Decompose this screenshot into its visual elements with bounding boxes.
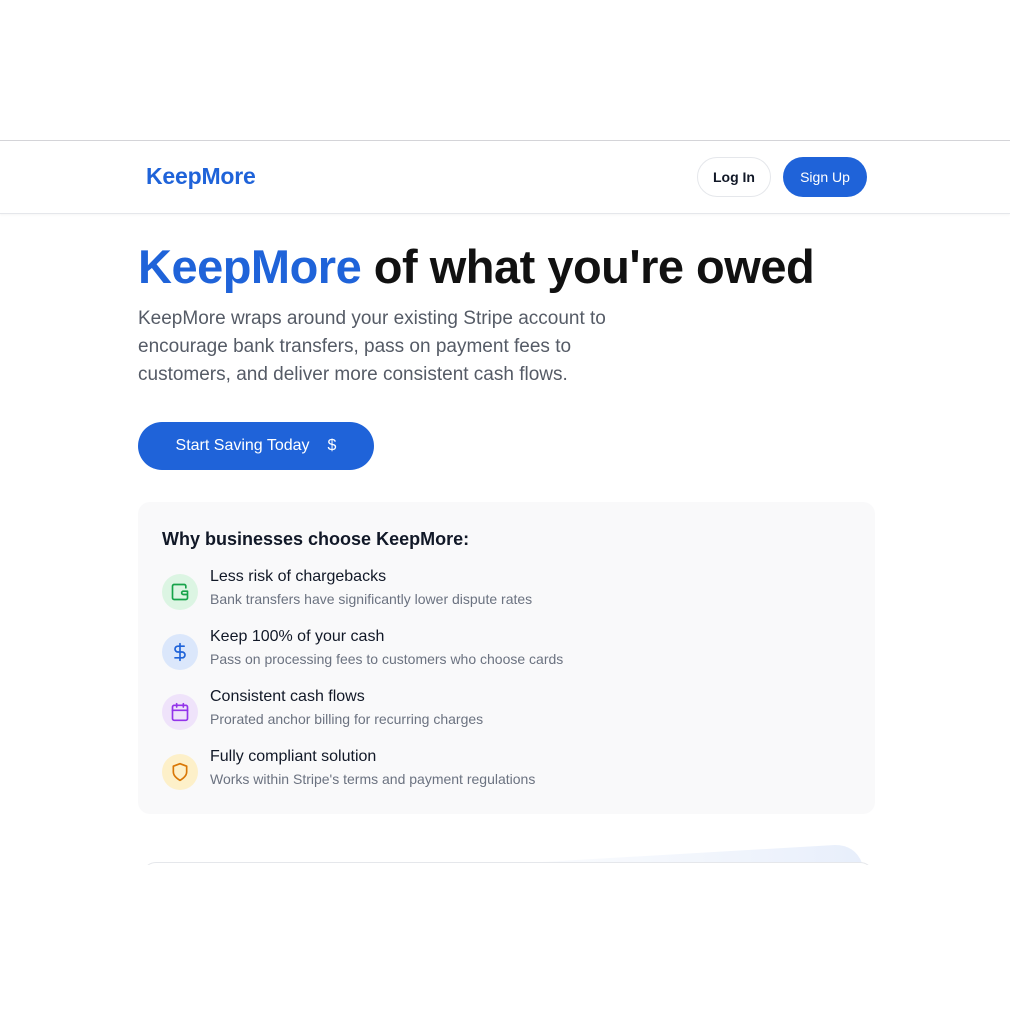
feature-item-chargebacks: Less risk of chargebacks Bank transfers …: [162, 568, 842, 612]
start-saving-button[interactable]: Start Saving Today $: [138, 422, 374, 470]
cta-label: Start Saving Today: [175, 437, 310, 454]
shield-icon: [162, 754, 198, 790]
dollar-icon: $: [327, 437, 337, 454]
feature-description: Prorated anchor billing for recurring ch…: [210, 711, 484, 727]
calendar-icon: [162, 694, 198, 730]
feature-description: Bank transfers have significantly lower …: [210, 591, 533, 607]
signup-button[interactable]: Sign Up: [783, 157, 867, 197]
feature-description: Works within Stripe's terms and payment …: [210, 771, 536, 787]
dollar-icon: [162, 634, 198, 670]
feature-title: Fully compliant solution: [210, 748, 377, 765]
feature-item-keep-cash: Keep 100% of your cash Pass on processin…: [162, 628, 842, 672]
feature-title: Less risk of chargebacks: [210, 568, 387, 585]
features-panel: Why businesses choose KeepMore: Less ris…: [138, 502, 875, 814]
top-navbar: KeepMore Log In Sign Up: [0, 141, 1010, 214]
features-heading: Why businesses choose KeepMore:: [162, 529, 470, 549]
wallet-icon: [162, 574, 198, 610]
login-button[interactable]: Log In: [697, 157, 771, 197]
browser-viewport: KeepMore Log In Sign Up KeepMore of what…: [0, 140, 1010, 865]
preview-card: [142, 862, 874, 865]
feature-item-cash-flows: Consistent cash flows Prorated anchor bi…: [162, 688, 842, 732]
hero-title-rest: of what you're owed: [373, 240, 815, 293]
hero-title: KeepMore of what you're owed: [138, 239, 815, 295]
feature-item-compliant: Fully compliant solution Works within St…: [162, 748, 842, 792]
hero-title-brand: KeepMore: [138, 240, 362, 293]
hero-subtitle: KeepMore wraps around your existing Stri…: [138, 308, 606, 385]
feature-title: Consistent cash flows: [210, 688, 365, 705]
feature-title: Keep 100% of your cash: [210, 628, 385, 645]
feature-description: Pass on processing fees to customers who…: [210, 651, 564, 667]
logo[interactable]: KeepMore: [146, 163, 256, 190]
